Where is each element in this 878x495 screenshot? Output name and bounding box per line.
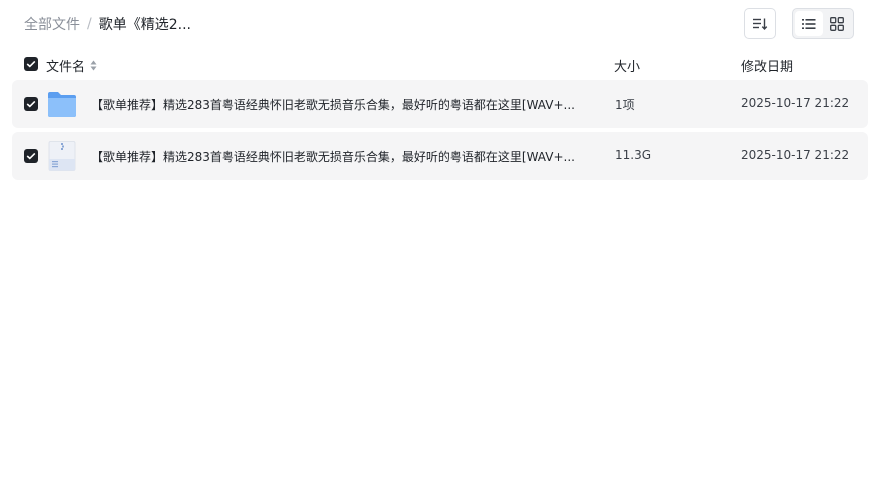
view-toggle — [792, 8, 854, 39]
column-header-modified[interactable]: 修改日期 — [741, 56, 793, 75]
list-view-icon — [802, 18, 816, 29]
file-name[interactable]: 【歌单推荐】精选283首粤语经典怀旧老歌无损音乐合集，最好听的粤语都在这里[WA… — [91, 96, 591, 113]
sort-toggle-icon[interactable] — [90, 60, 97, 71]
row-checkbox[interactable] — [24, 149, 38, 163]
checkmark-icon — [26, 100, 36, 108]
file-modified: 2025-10-17 21:22 — [741, 96, 850, 110]
grid-view-icon — [830, 16, 844, 31]
file-size: 11.3G — [615, 148, 652, 162]
file-row-folder[interactable]: 【歌单推荐】精选283首粤语经典怀旧老歌无损音乐合集，最好听的粤语都在这里[WA… — [12, 80, 868, 128]
column-name-label: 文件名 — [46, 60, 86, 75]
checkmark-icon — [26, 60, 36, 68]
breadcrumb-current: 歌单《精选2... — [98, 17, 191, 33]
sort-button[interactable] — [744, 8, 776, 39]
top-bar: 全部文件 / 歌单《精选2... — [0, 0, 878, 48]
breadcrumb: 全部文件 / 歌单《精选2... — [24, 14, 191, 34]
column-header-name[interactable]: 文件名 — [46, 56, 97, 75]
archive-file-icon — [48, 141, 76, 171]
list-view-button[interactable] — [795, 11, 823, 36]
file-size: 1项 — [615, 98, 635, 112]
breadcrumb-root[interactable]: 全部文件 — [24, 14, 80, 34]
select-all-checkbox[interactable] — [24, 57, 38, 71]
table-header: 文件名 大小 修改日期 — [12, 50, 868, 78]
sort-descending-icon — [753, 18, 768, 30]
grid-view-button[interactable] — [823, 11, 851, 36]
breadcrumb-separator: / — [87, 16, 92, 32]
column-header-size[interactable]: 大小 — [614, 56, 640, 75]
folder-icon — [48, 92, 76, 117]
file-row-archive[interactable]: 【歌单推荐】精选283首粤语经典怀旧老歌无损音乐合集，最好听的粤语都在这里[WA… — [12, 132, 868, 180]
file-name[interactable]: 【歌单推荐】精选283首粤语经典怀旧老歌无损音乐合集，最好听的粤语都在这里[WA… — [91, 148, 591, 165]
row-checkbox[interactable] — [24, 97, 38, 111]
checkmark-icon — [26, 152, 36, 160]
file-modified: 2025-10-17 21:22 — [741, 148, 850, 162]
